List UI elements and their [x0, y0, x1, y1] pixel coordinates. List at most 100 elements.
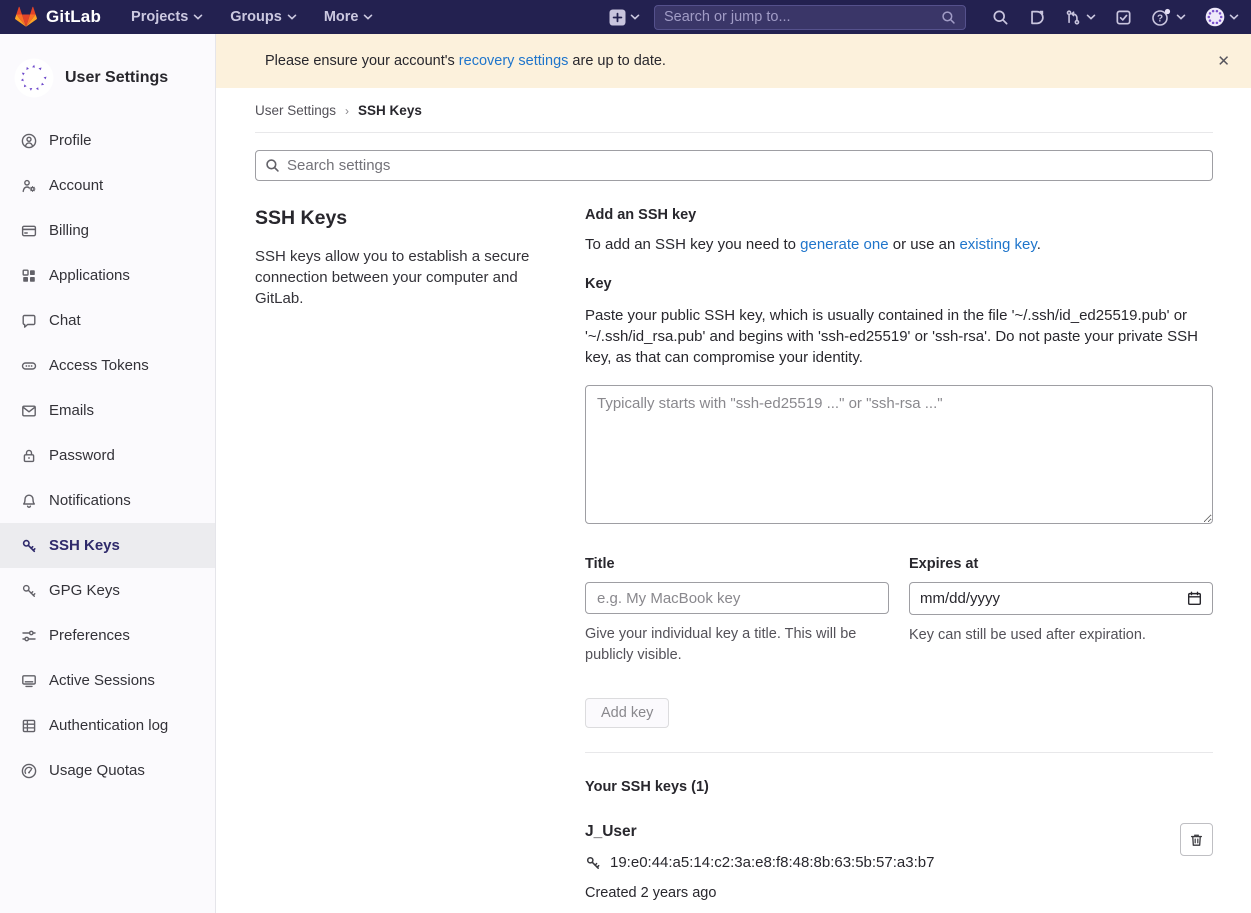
sliders-icon [21, 628, 37, 644]
gitlab-home-link[interactable]: GitLab [14, 6, 101, 29]
help-icon: ? [1151, 8, 1172, 27]
issues-button[interactable] [1028, 9, 1045, 26]
trash-icon [1189, 832, 1204, 848]
expires-field-help: Key can still be used after expiration. [909, 625, 1213, 646]
comment-icon [21, 313, 37, 329]
breadcrumb-user-settings[interactable]: User Settings [255, 103, 336, 118]
sidebar-header: User Settings [0, 34, 215, 118]
breadcrumb-separator: › [345, 104, 349, 118]
page-description: SSH keys allow you to establish a secure… [255, 246, 555, 309]
settings-search-input[interactable] [287, 157, 1203, 174]
chevron-down-icon [363, 13, 373, 21]
sidebar-item-authentication-log[interactable]: Authentication log [0, 703, 215, 748]
gitlab-logo-icon [14, 6, 38, 29]
calendar-icon[interactable] [1187, 591, 1202, 606]
key-icon [585, 855, 601, 871]
ssh-key-textarea[interactable] [585, 385, 1213, 524]
sidebar-item-billing[interactable]: Billing [0, 208, 215, 253]
sidebar-title: User Settings [65, 69, 168, 87]
user-settings-avatar [14, 58, 54, 98]
merge-requests-icon [1064, 9, 1082, 26]
chevron-down-icon [1176, 13, 1186, 21]
sidebar-item-label: Authentication log [49, 717, 168, 734]
sidebar-item-profile[interactable]: Profile [0, 118, 215, 163]
sidebar-item-emails[interactable]: Emails [0, 388, 215, 433]
expires-field-label: Expires at [909, 556, 1213, 572]
sidebar-item-chat[interactable]: Chat [0, 298, 215, 343]
plus-menu-icon [609, 9, 626, 26]
add-key-button[interactable]: Add key [585, 698, 669, 728]
todos-icon [1115, 9, 1132, 26]
ssh-key-name: J_User [585, 823, 934, 841]
sidebar-item-notifications[interactable]: Notifications [0, 478, 215, 523]
sidebar-item-gpg-keys[interactable]: GPG Keys [0, 568, 215, 613]
section-divider [585, 752, 1213, 753]
key-field-help: Paste your public SSH key, which is usua… [585, 305, 1213, 368]
sidebar-item-label: Access Tokens [49, 357, 149, 374]
add-ssh-key-intro: To add an SSH key you need to generate o… [585, 236, 1213, 253]
sidebar-item-usage-quotas[interactable]: Usage Quotas [0, 748, 215, 793]
existing-key-link[interactable]: existing key [959, 236, 1036, 253]
sidebar-item-account[interactable]: Account [0, 163, 215, 208]
settings-sidebar: User Settings Profile Account Billing Ap… [0, 34, 216, 913]
recovery-settings-link[interactable]: recovery settings [459, 53, 569, 69]
generate-one-link[interactable]: generate one [800, 236, 888, 253]
key-field-label: Key [585, 276, 1213, 292]
sidebar-item-label: Applications [49, 267, 130, 284]
search-icon [941, 10, 956, 25]
new-item-menu[interactable] [609, 9, 640, 26]
nav-projects[interactable]: Projects [131, 9, 203, 25]
nav-more[interactable]: More [324, 9, 374, 25]
svg-text:?: ? [1157, 13, 1163, 24]
sidebar-item-label: Chat [49, 312, 81, 329]
breadcrumb: User Settings › SSH Keys [255, 88, 1213, 133]
nav-groups[interactable]: Groups [230, 9, 297, 25]
search-toggle-button[interactable] [992, 9, 1009, 26]
key-icon [21, 538, 37, 554]
user-menu[interactable] [1205, 7, 1239, 27]
todos-button[interactable] [1115, 9, 1132, 26]
mail-icon [21, 403, 37, 419]
sidebar-item-label: Active Sessions [49, 672, 155, 689]
merge-requests-menu[interactable] [1064, 9, 1096, 26]
chevron-down-icon [630, 13, 640, 21]
chevron-down-icon [193, 13, 203, 21]
avatar [1205, 7, 1225, 27]
help-menu[interactable]: ? [1151, 8, 1186, 27]
sidebar-item-label: Usage Quotas [49, 762, 145, 779]
sidebar-item-label: GPG Keys [49, 582, 120, 599]
add-ssh-key-heading: Add an SSH key [585, 207, 1213, 223]
sidebar-item-ssh-keys[interactable]: SSH Keys [0, 523, 215, 568]
ssh-key-fingerprint: 19:e0:44:a5:14:c2:3a:e8:f8:48:8b:63:5b:5… [610, 854, 934, 871]
sidebar-item-label: Preferences [49, 627, 130, 644]
expires-at-input[interactable]: mm/dd/yyyy [909, 582, 1213, 615]
sidebar-item-access-tokens[interactable]: Access Tokens [0, 343, 215, 388]
sidebar-item-label: Billing [49, 222, 89, 239]
global-search[interactable] [654, 5, 966, 30]
user-icon [21, 133, 37, 149]
breadcrumb-current: SSH Keys [358, 103, 422, 118]
issues-icon [1028, 9, 1045, 26]
delete-key-button[interactable] [1180, 823, 1213, 856]
sidebar-item-active-sessions[interactable]: Active Sessions [0, 658, 215, 703]
your-ssh-keys-heading: Your SSH keys (1) [585, 779, 1213, 795]
ssh-key-created: Created 2 years ago [585, 885, 934, 901]
chevron-down-icon [287, 13, 297, 21]
sidebar-item-password[interactable]: Password [0, 433, 215, 478]
sidebar-item-label: Emails [49, 402, 94, 419]
chevron-down-icon [1229, 13, 1239, 21]
alert-close-button[interactable]: ✕ [1217, 52, 1230, 70]
sidebar-item-applications[interactable]: Applications [0, 253, 215, 298]
global-search-input[interactable] [664, 9, 941, 25]
title-input[interactable] [585, 582, 889, 614]
sidebar-item-label: Password [49, 447, 115, 464]
sidebar-item-label: SSH Keys [49, 537, 120, 554]
title-field-label: Title [585, 556, 889, 572]
user-gear-icon [21, 178, 37, 194]
navbar-icon-group: ? [992, 7, 1239, 27]
search-icon [992, 9, 1009, 26]
sidebar-item-preferences[interactable]: Preferences [0, 613, 215, 658]
expires-at-value: mm/dd/yyyy [920, 590, 1000, 607]
gauge-icon [21, 763, 37, 779]
top-navbar: GitLab Projects Groups More [0, 0, 1251, 34]
